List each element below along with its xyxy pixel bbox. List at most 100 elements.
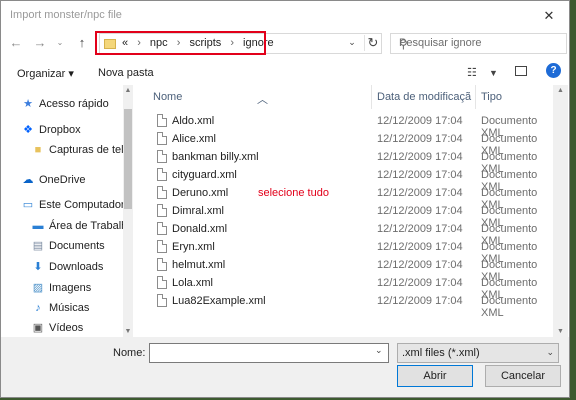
file-row[interactable]: helmut.xml 12/12/2009 17:04 Documento XML <box>141 256 551 283</box>
desktop-icon: ▬ <box>32 220 44 232</box>
chevron-down-icon[interactable]: ⌄ <box>345 37 359 48</box>
open-button[interactable]: Abrir <box>397 365 473 387</box>
file-date: 12/12/2009 17:04 <box>377 259 463 271</box>
file-date: 12/12/2009 17:04 <box>377 133 463 145</box>
images-icon: ▨ <box>32 282 44 294</box>
scrollbar-thumb[interactable] <box>124 109 132 209</box>
file-name: Dimral.xml <box>172 205 224 217</box>
filename-label: Nome: <box>113 347 146 359</box>
window-title: Import monster/npc file <box>10 9 122 21</box>
file-row[interactable]: Eryn.xml 12/12/2009 17:04 Documento XML <box>141 238 551 265</box>
file-date: 12/12/2009 17:04 <box>377 151 463 163</box>
chevron-down-icon[interactable]: ▼ <box>489 68 498 78</box>
file-date: 12/12/2009 17:04 <box>377 205 463 217</box>
column-divider[interactable] <box>475 85 476 109</box>
file-row[interactable]: Aldo.xml 12/12/2009 17:04 Documento XML <box>141 112 551 139</box>
search-input[interactable]: Pesquisar ignore ⚲ <box>390 33 567 54</box>
file-date: 12/12/2009 17:04 <box>377 241 463 253</box>
column-divider[interactable] <box>371 85 372 109</box>
sidebar-item-downloads[interactable]: ⬇ Downloads <box>31 258 103 276</box>
xml-file-icon <box>157 168 167 181</box>
organize-button[interactable]: Organizar ▾ <box>17 67 74 80</box>
xml-file-icon <box>157 114 167 127</box>
search-icon[interactable]: ⚲ <box>399 37 560 51</box>
forward-arrow-icon[interactable]: → <box>31 34 49 52</box>
file-row[interactable]: bankman billy.xml 12/12/2009 17:04 Documen… <box>141 148 551 175</box>
file-name: helmut.xml <box>172 259 226 271</box>
file-type: Documento XML <box>481 295 538 319</box>
star-icon: ★ <box>23 98 33 110</box>
file-date: 12/12/2009 17:04 <box>377 223 463 235</box>
file-date: 12/12/2009 17:04 <box>377 295 463 307</box>
xml-file-icon <box>157 240 167 253</box>
xml-file-icon <box>157 132 167 145</box>
sidebar-item-music[interactable]: ♪ Músicas <box>31 299 89 317</box>
sidebar-item-onedrive[interactable]: ☁ OneDrive <box>21 171 86 189</box>
sidebar-item-dropbox[interactable]: ❖ Dropbox <box>21 121 81 139</box>
file-row[interactable]: Donald.xml 12/12/2009 17:04 Documento XML <box>141 220 551 247</box>
preview-pane-icon[interactable] <box>515 66 527 76</box>
sidebar-item-quick-access[interactable]: ★ Acesso rápido <box>21 95 109 113</box>
column-headers: ︿ Nome Data de modificaçã Tipo <box>141 85 569 109</box>
computer-icon: ▭ <box>22 199 34 211</box>
file-row[interactable]: Dimral.xml 12/12/2009 17:04 Documento XML <box>141 202 551 229</box>
back-arrow-icon[interactable]: ← <box>7 34 25 52</box>
cancel-button[interactable]: Cancelar <box>485 365 561 387</box>
scroll-up-icon[interactable]: ▲ <box>553 87 568 94</box>
file-row[interactable]: Alice.xml 12/12/2009 17:04 Documento XML <box>141 130 551 157</box>
xml-file-icon <box>157 222 167 235</box>
file-row[interactable]: Lola.xml 12/12/2009 17:04 Documento XML <box>141 274 551 301</box>
documents-icon: ▤ <box>32 240 44 252</box>
download-icon: ⬇ <box>33 261 43 273</box>
annotation-text: selecione tudo <box>258 187 329 199</box>
file-name: Donald.xml <box>172 223 228 235</box>
filename-input[interactable] <box>149 343 389 363</box>
file-row[interactable]: cityguard.xml 12/12/2009 17:04 Documento X… <box>141 166 551 193</box>
title-bar: Import monster/npc file ✕ <box>1 1 569 31</box>
dropbox-icon: ❖ <box>23 124 33 136</box>
sidebar-item-videos[interactable]: ▣ Vídeos <box>31 319 83 335</box>
scroll-down-icon[interactable]: ▼ <box>553 328 568 335</box>
file-type-value: .xml files (*.xml) <box>402 347 480 359</box>
file-date: 12/12/2009 17:04 <box>377 115 463 127</box>
file-row[interactable]: Lua82Example.xml 12/12/2009 17:04 Document… <box>141 292 551 319</box>
sidebar-scrollbar[interactable]: ▲ ▼ <box>123 85 133 337</box>
column-name[interactable]: Nome <box>153 91 182 103</box>
sidebar-item-desktop[interactable]: ▬ Área de Trabalho <box>31 217 134 235</box>
refresh-icon[interactable]: ↻ <box>364 35 381 51</box>
sidebar-item-this-pc[interactable]: ▭ Este Computador <box>21 196 125 214</box>
file-name: Lua82Example.xml <box>172 295 266 307</box>
navigation-pane: ★ Acesso rápido ❖ Dropbox ■ Capturas de tel… <box>1 85 134 335</box>
file-date: 12/12/2009 17:04 <box>377 169 463 181</box>
up-arrow-icon[interactable]: ↑ <box>73 34 91 52</box>
scroll-down-icon[interactable]: ▼ <box>123 328 133 335</box>
red-highlight-box <box>95 31 266 55</box>
new-folder-button[interactable]: Nova pasta <box>98 67 154 79</box>
column-date[interactable]: Data de modificaçã <box>377 91 471 103</box>
sort-ascending-icon: ︿ <box>257 94 268 106</box>
file-list: ︿ Nome Data de modificaçã Tipo Aldo.xml 1… <box>141 85 569 337</box>
xml-file-icon <box>157 204 167 217</box>
xml-file-icon <box>157 276 167 289</box>
sidebar-item-documents[interactable]: ▤ Documents <box>31 237 105 255</box>
command-bar: Organizar ▾ Nova pasta ☷ ▼ ? <box>1 59 569 87</box>
xml-file-icon <box>157 258 167 271</box>
xml-file-icon <box>157 150 167 163</box>
column-type[interactable]: Tipo <box>481 91 502 103</box>
file-row[interactable]: Deruno.xml 12/12/2009 17:04 Documento XML <box>141 184 551 211</box>
sidebar-item-images[interactable]: ▨ Imagens <box>31 279 91 297</box>
help-icon[interactable]: ? <box>546 63 561 78</box>
folder-icon: ■ <box>34 144 42 156</box>
file-name: bankman billy.xml <box>172 151 259 163</box>
view-options-icon[interactable]: ☷ <box>467 66 477 79</box>
sidebar-item-screenshots[interactable]: ■ Capturas de tela <box>31 141 130 159</box>
scroll-up-icon[interactable]: ▲ <box>123 87 133 94</box>
file-type-select[interactable]: .xml files (*.xml) ⌄ <box>397 343 559 363</box>
recent-dropdown-icon[interactable]: ⌄ <box>51 34 69 52</box>
video-icon: ▣ <box>32 322 44 334</box>
close-icon[interactable]: ✕ <box>539 6 559 26</box>
file-list-scrollbar[interactable]: ▲ ▼ <box>553 85 568 337</box>
xml-file-icon <box>157 186 167 199</box>
chevron-down-icon[interactable]: ⌄ <box>375 345 383 356</box>
file-date: 12/12/2009 17:04 <box>377 187 463 199</box>
